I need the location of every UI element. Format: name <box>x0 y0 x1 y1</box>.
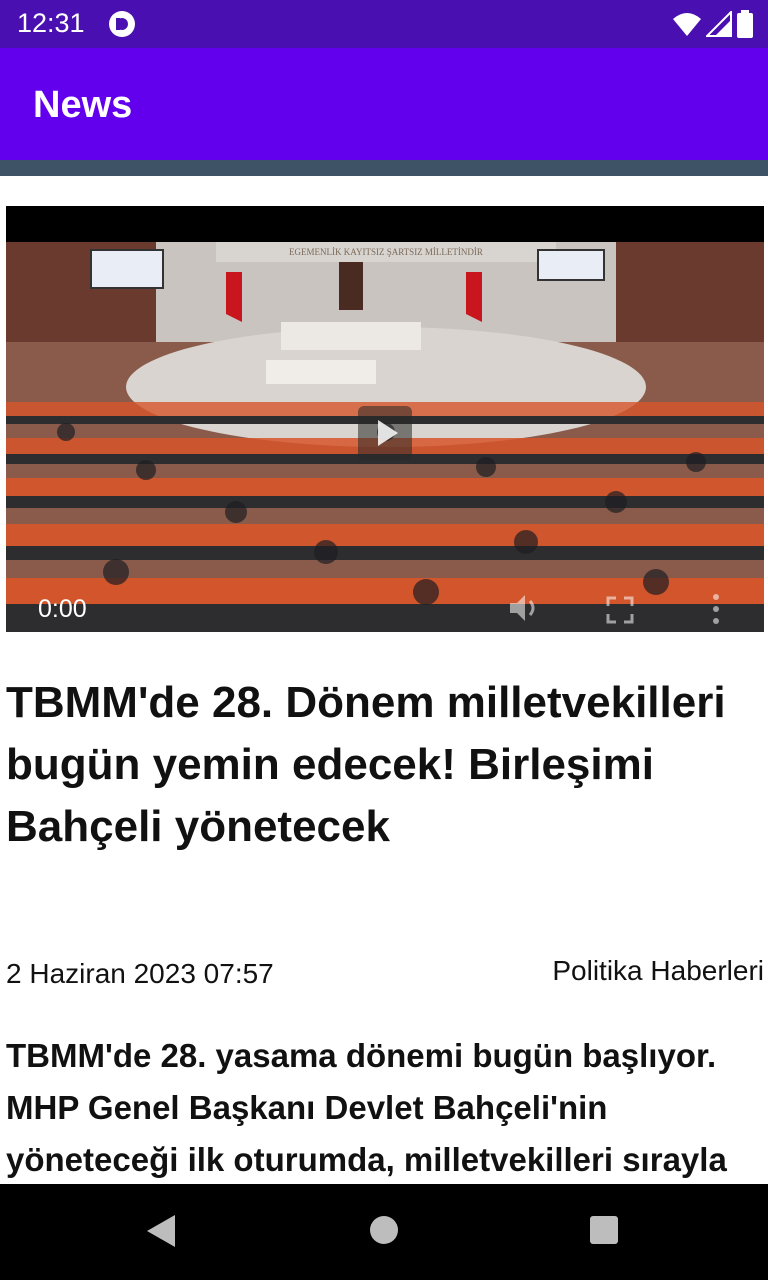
system-nav-bar <box>0 1184 768 1280</box>
article-summary: TBMM'de 28. yasama dönemi bugün başlıyor… <box>6 1037 727 1178</box>
video-player[interactable]: EGEMENLİK KAYITSIZ ŞARTSIZ MİLLETİNDİR 0… <box>6 206 764 632</box>
home-icon[interactable] <box>368 1214 400 1246</box>
play-icon <box>378 420 398 446</box>
battery-icon <box>737 10 753 38</box>
more-vert-icon[interactable] <box>706 592 726 626</box>
back-icon[interactable] <box>146 1214 176 1248</box>
app-bar-divider <box>0 160 768 176</box>
recents-icon[interactable] <box>588 1214 620 1246</box>
fullscreen-icon[interactable] <box>604 594 636 626</box>
signal-icon <box>706 11 732 37</box>
article-title: TBMM'de 28. Dönem milletvekilleri bugün … <box>6 678 726 851</box>
volume-icon[interactable] <box>506 590 542 626</box>
wifi-icon <box>673 13 701 36</box>
video-current-time: 0:00 <box>38 595 87 623</box>
app-notification-icon <box>109 11 135 37</box>
parliament-banner-text: EGEMENLİK KAYITSIZ ŞARTSIZ MİLLETİNDİR <box>289 247 483 257</box>
app-title: News <box>33 84 133 126</box>
app-bar: News <box>0 48 768 160</box>
play-button[interactable] <box>358 406 412 460</box>
status-icons <box>672 10 754 38</box>
status-bar: 12:31 <box>0 0 768 48</box>
article-date: 2 Haziran 2023 07:57 <box>6 958 274 989</box>
article-category[interactable]: Politika Haberleri <box>552 955 764 987</box>
status-time: 12:31 <box>17 8 85 38</box>
